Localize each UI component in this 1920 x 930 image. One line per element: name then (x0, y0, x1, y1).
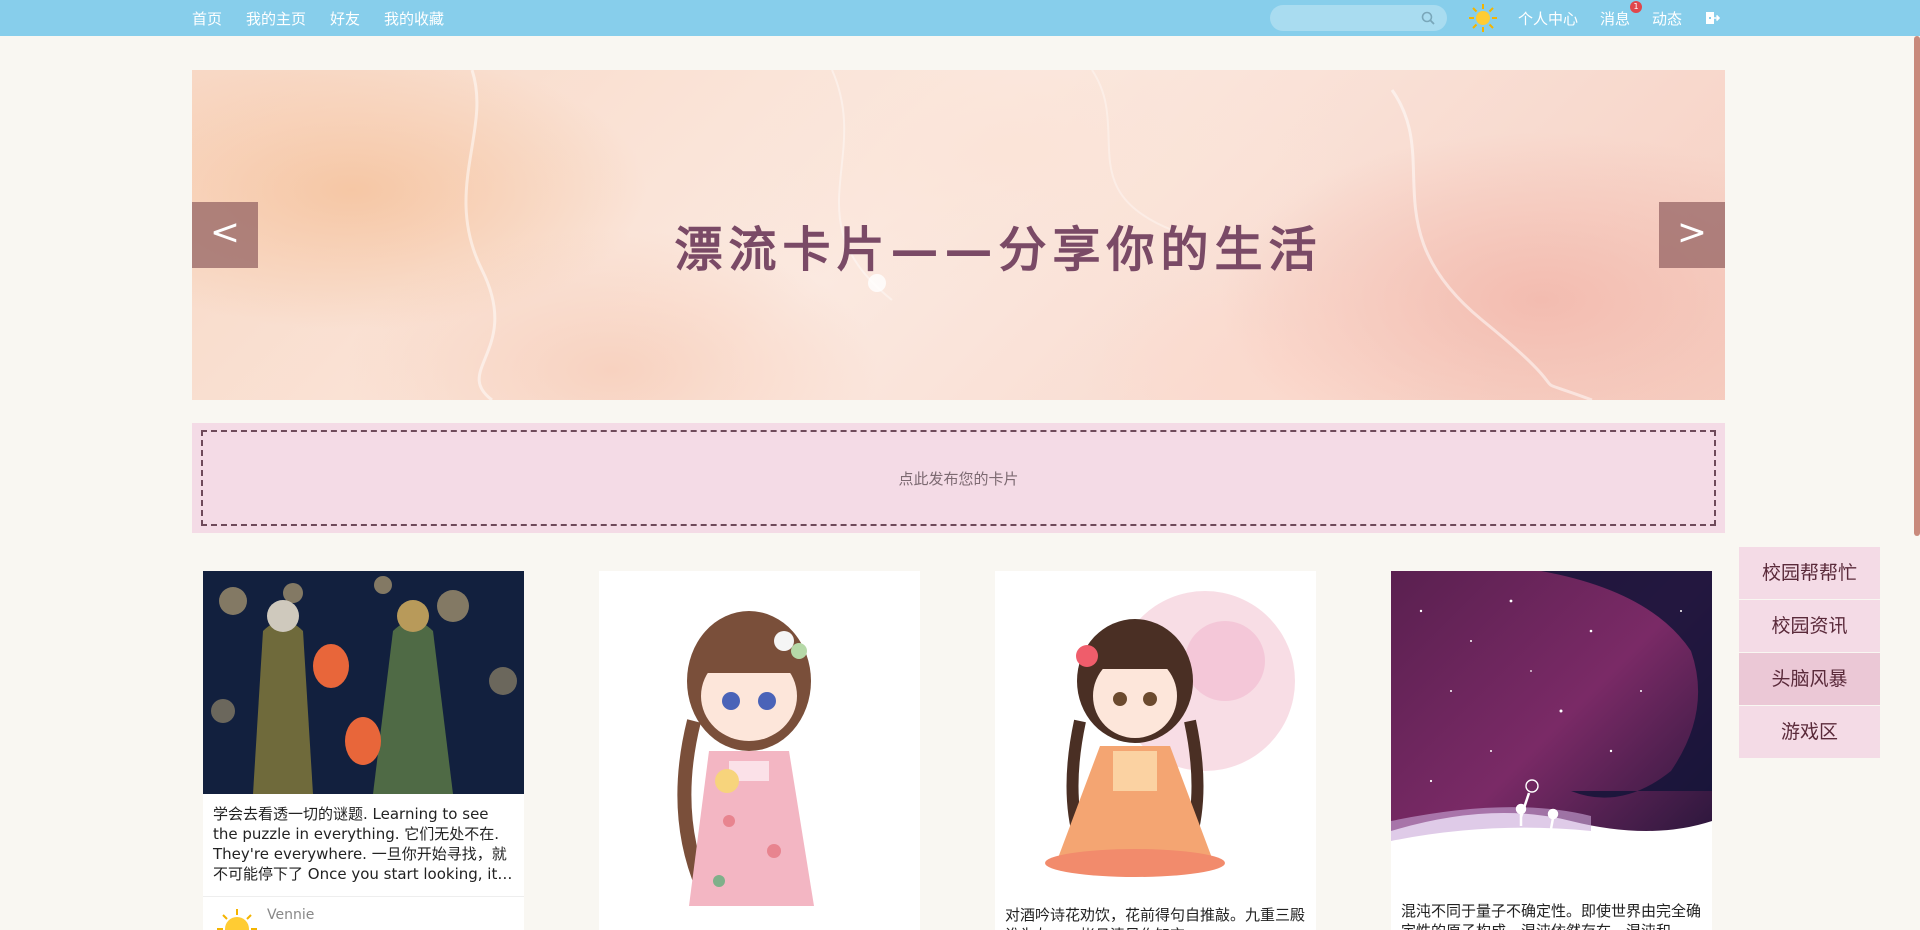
nav-left: 首页 我的主页 好友 我的收藏 (192, 0, 444, 36)
nav-personal-center-link[interactable]: 个人中心 (1518, 8, 1578, 29)
page-scrollbar[interactable] (1914, 36, 1920, 536)
message-badge: 1 (1630, 0, 1643, 13)
side-menu-item-campus-news[interactable]: 校园资讯 (1739, 600, 1880, 652)
starry-night-children-illustration (1391, 571, 1712, 891)
side-menu: 校园帮帮忙 校园资讯 头脑风暴 游戏区 (1739, 547, 1880, 759)
card-author: Vennie (203, 896, 524, 930)
banner-carousel: 漂流卡片——分享你的生活 < > (192, 70, 1725, 400)
carousel-next-button[interactable]: > (1659, 202, 1725, 268)
chibi-girl-pink-dress-illustration (677, 611, 814, 906)
publish-dashed-box[interactable]: 点此发布您的卡片 (201, 430, 1716, 526)
card-image[interactable] (203, 571, 524, 794)
card-text: 混沌不同于量子不确定性。即使世界由完全确定性的原子构成，混沌依然存在。混沌和 (1401, 902, 1702, 930)
nav-activity-link[interactable]: 动态 (1652, 8, 1682, 29)
nav-friends-link[interactable]: 好友 (330, 8, 360, 29)
nav-my-home-link[interactable]: 我的主页 (246, 8, 306, 29)
card-text: 对酒吟诗花劝饮，花前得句自推敲。九重三殿谁为友，一帐月清风作知交 (1005, 906, 1306, 930)
nav-favorites-link[interactable]: 我的收藏 (384, 8, 444, 29)
author-name[interactable]: Vennie (267, 907, 314, 923)
logout-icon[interactable] (1704, 10, 1721, 26)
sun-avatar-icon[interactable] (1468, 3, 1498, 33)
nav-messages-label: 消息 (1600, 9, 1631, 28)
card-image[interactable] (995, 571, 1316, 895)
author-sun-avatar-icon (217, 909, 257, 930)
carousel-prev-button[interactable]: < (192, 202, 258, 268)
nav-right: 个人中心 消息 1 动态 (1518, 0, 1721, 36)
publish-prompt: 点此发布您的卡片 (898, 469, 1019, 488)
card-item[interactable]: 混沌不同于量子不确定性。即使世界由完全确定性的原子构成，混沌依然存在。混沌和 (1391, 571, 1712, 930)
side-menu-item-game-zone[interactable]: 游戏区 (1739, 706, 1880, 758)
card-item[interactable] (599, 571, 920, 930)
search-input[interactable] (1270, 5, 1447, 31)
card-item[interactable]: 学会去看透一切的谜题. Learning to see the puzzle i… (203, 571, 524, 930)
lantern-figures-illustration (211, 576, 517, 794)
search-icon[interactable] (1421, 11, 1435, 25)
top-nav-bar: 首页 我的主页 好友 我的收藏 个人中心 消息 1 动态 (0, 0, 1920, 36)
card-text: 学会去看透一切的谜题. Learning to see the puzzle i… (213, 805, 510, 883)
side-menu-item-brainstorm[interactable]: 头脑风暴 (1739, 653, 1880, 705)
side-menu-item-campus-help[interactable]: 校园帮帮忙 (1739, 547, 1880, 599)
publish-card-area[interactable]: 点此发布您的卡片 (192, 423, 1725, 533)
nav-home-link[interactable]: 首页 (192, 8, 222, 29)
card-image[interactable] (1391, 571, 1712, 891)
chibi-girl-orange-dress-illustration (1045, 591, 1295, 877)
nav-messages-link[interactable]: 消息 1 (1600, 0, 1643, 29)
card-item[interactable]: 对酒吟诗花劝饮，花前得句自推敲。九重三殿谁为友，一帐月清风作知交 (995, 571, 1316, 930)
card-image[interactable] (599, 571, 920, 930)
banner-title: 漂流卡片——分享你的生活 (674, 222, 1323, 278)
